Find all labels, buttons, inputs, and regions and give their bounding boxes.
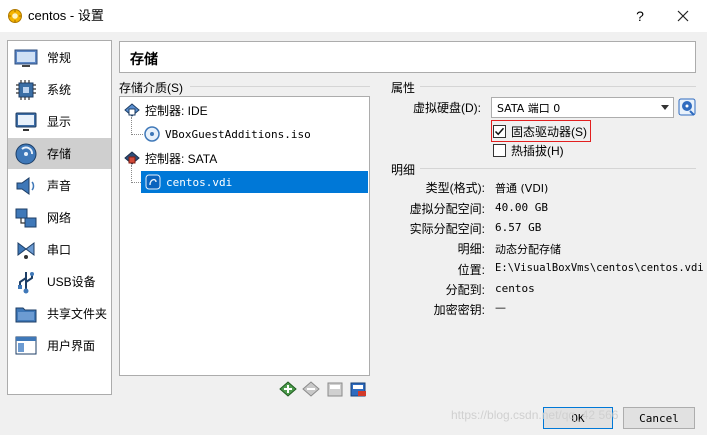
group-divider bbox=[420, 86, 696, 87]
nav-label: 共享文件夹 bbox=[47, 307, 108, 321]
window-title: centos - 设置 bbox=[28, 8, 104, 23]
tree-item-label: VBoxGuestAdditions.iso bbox=[165, 127, 311, 141]
attributes-label: 属性 bbox=[391, 79, 420, 96]
nav-label: 声音 bbox=[47, 179, 72, 193]
nav-label: 系统 bbox=[47, 83, 72, 97]
checkbox-unchecked-icon bbox=[493, 143, 506, 157]
optical-disc-icon bbox=[143, 125, 161, 143]
virtualbox-icon bbox=[8, 9, 22, 23]
usb-icon bbox=[11, 270, 41, 294]
tree-connector bbox=[131, 182, 141, 183]
ssd-label: 固态驱动器(S) bbox=[511, 124, 587, 139]
detail-key: 加密密钥: bbox=[433, 303, 485, 317]
ok-button[interactable]: OK bbox=[543, 407, 613, 429]
hard-disk-select[interactable]: SATA 端口 0 bbox=[491, 97, 674, 118]
detail-value: centos bbox=[495, 282, 535, 295]
settings-nav: 常规 系统 显示 存储 声音 网络 串口 USB设备 共享文件夹 用户界面 bbox=[7, 40, 112, 395]
hard-disk-icon bbox=[144, 173, 162, 191]
add-attachment-icon bbox=[327, 382, 343, 397]
hotplug-checkbox[interactable]: 热插拔(H) bbox=[493, 140, 564, 160]
tree-item-label: 控制器: IDE bbox=[145, 103, 208, 118]
nav-label: 用户界面 bbox=[47, 339, 96, 353]
page-title: 存储 bbox=[130, 51, 158, 67]
detail-value: 6.57 GB bbox=[495, 221, 542, 234]
add-controller-icon bbox=[278, 381, 297, 397]
storage-tree[interactable]: 控制器: IDE VBoxGuestAdditions.iso 控制器: SAT… bbox=[119, 96, 370, 376]
nav-item-display[interactable]: 显示 bbox=[8, 106, 111, 137]
nav-item-general[interactable]: 常规 bbox=[8, 42, 111, 73]
nav-item-user-interface[interactable]: 用户界面 bbox=[8, 330, 111, 361]
detail-key: 虚拟分配空间: bbox=[409, 202, 485, 216]
close-button[interactable] bbox=[671, 6, 695, 26]
nav-label: USB设备 bbox=[47, 275, 96, 289]
detail-key: 位置: bbox=[457, 263, 485, 277]
title-bar[interactable]: centos - 设置 ? bbox=[0, 0, 707, 32]
remove-controller-button[interactable] bbox=[302, 379, 322, 399]
hard-disk-row: 虚拟硬盘(D): bbox=[413, 97, 481, 117]
general-icon bbox=[11, 46, 41, 70]
nav-item-storage[interactable]: 存储 bbox=[8, 138, 111, 169]
tree-item-sata-controller[interactable]: 控制器: SATA bbox=[123, 147, 217, 169]
page-header: 存储 bbox=[119, 41, 696, 73]
detail-value: E:\VisualBoxVms\centos\centos.vdi bbox=[495, 262, 704, 274]
tree-connector bbox=[131, 134, 143, 135]
shared-folder-icon bbox=[11, 302, 41, 326]
nav-item-usb[interactable]: USB设备 bbox=[8, 266, 111, 297]
cancel-button[interactable]: Cancel bbox=[623, 407, 695, 429]
detail-value: 40.00 GB bbox=[495, 201, 548, 214]
detail-key: 实际分配空间: bbox=[409, 222, 485, 236]
detail-value: 普通 (VDI) bbox=[495, 182, 549, 195]
remove-attachment-icon bbox=[350, 382, 367, 397]
detail-value: 动态分配存储 bbox=[495, 243, 561, 256]
detail-value: — bbox=[495, 301, 506, 314]
group-divider bbox=[420, 168, 696, 169]
group-divider bbox=[190, 86, 370, 87]
hard-disk-label: 虚拟硬盘(D): bbox=[413, 100, 481, 115]
details-label: 明细 bbox=[391, 161, 420, 178]
add-controller-button[interactable] bbox=[278, 379, 298, 399]
close-icon bbox=[677, 10, 689, 22]
detail-key: 明细: bbox=[457, 242, 485, 256]
serial-port-icon bbox=[11, 238, 41, 262]
system-chip-icon bbox=[11, 78, 41, 102]
nav-item-serial[interactable]: 串口 bbox=[8, 234, 111, 265]
storage-tree-toolbar bbox=[278, 379, 368, 399]
nav-label: 常规 bbox=[47, 51, 72, 65]
tree-item-centos-vdi[interactable]: centos.vdi bbox=[141, 171, 368, 193]
choose-disk-button[interactable] bbox=[678, 98, 696, 116]
nav-label: 串口 bbox=[47, 243, 72, 257]
detail-key: 分配到: bbox=[445, 283, 485, 297]
display-monitor-icon bbox=[11, 110, 41, 134]
sata-controller-icon bbox=[123, 149, 141, 167]
tree-item-label: centos.vdi bbox=[166, 175, 233, 189]
user-interface-icon bbox=[11, 334, 41, 358]
ssd-checkbox[interactable]: 固态驱动器(S) bbox=[493, 121, 587, 141]
storage-disk-icon bbox=[11, 142, 41, 166]
ide-controller-icon bbox=[123, 101, 141, 119]
remove-attachment-button[interactable] bbox=[349, 379, 369, 399]
nav-item-audio[interactable]: 声音 bbox=[8, 170, 111, 201]
network-icon bbox=[11, 206, 41, 230]
detail-key: 类型(格式): bbox=[425, 181, 485, 195]
nav-item-system[interactable]: 系统 bbox=[8, 74, 111, 105]
speaker-icon bbox=[11, 174, 41, 198]
disk-selector-icon bbox=[678, 98, 696, 116]
help-button[interactable]: ? bbox=[628, 6, 652, 26]
tree-item-label: 控制器: SATA bbox=[145, 151, 218, 166]
hard-disk-value: SATA 端口 0 bbox=[497, 101, 561, 115]
chevron-down-icon bbox=[661, 105, 669, 110]
nav-item-network[interactable]: 网络 bbox=[8, 202, 111, 233]
nav-label: 存储 bbox=[47, 147, 72, 161]
storage-media-label: 存储介质(S) bbox=[119, 79, 187, 96]
tree-item-guest-additions-iso[interactable]: VBoxGuestAdditions.iso bbox=[143, 123, 311, 145]
add-attachment-button[interactable] bbox=[325, 379, 345, 399]
hotplug-label: 热插拔(H) bbox=[511, 143, 564, 158]
checkbox-checked-icon bbox=[493, 124, 506, 138]
nav-label: 显示 bbox=[47, 115, 72, 129]
nav-label: 网络 bbox=[47, 211, 72, 225]
remove-controller-icon bbox=[302, 381, 321, 397]
tree-item-ide-controller[interactable]: 控制器: IDE bbox=[123, 99, 208, 121]
nav-item-shared-folders[interactable]: 共享文件夹 bbox=[8, 298, 111, 329]
settings-dialog: centos - 设置 ? 常规 系统 显示 存储 声音 网络 串口 USB设备… bbox=[0, 0, 707, 435]
